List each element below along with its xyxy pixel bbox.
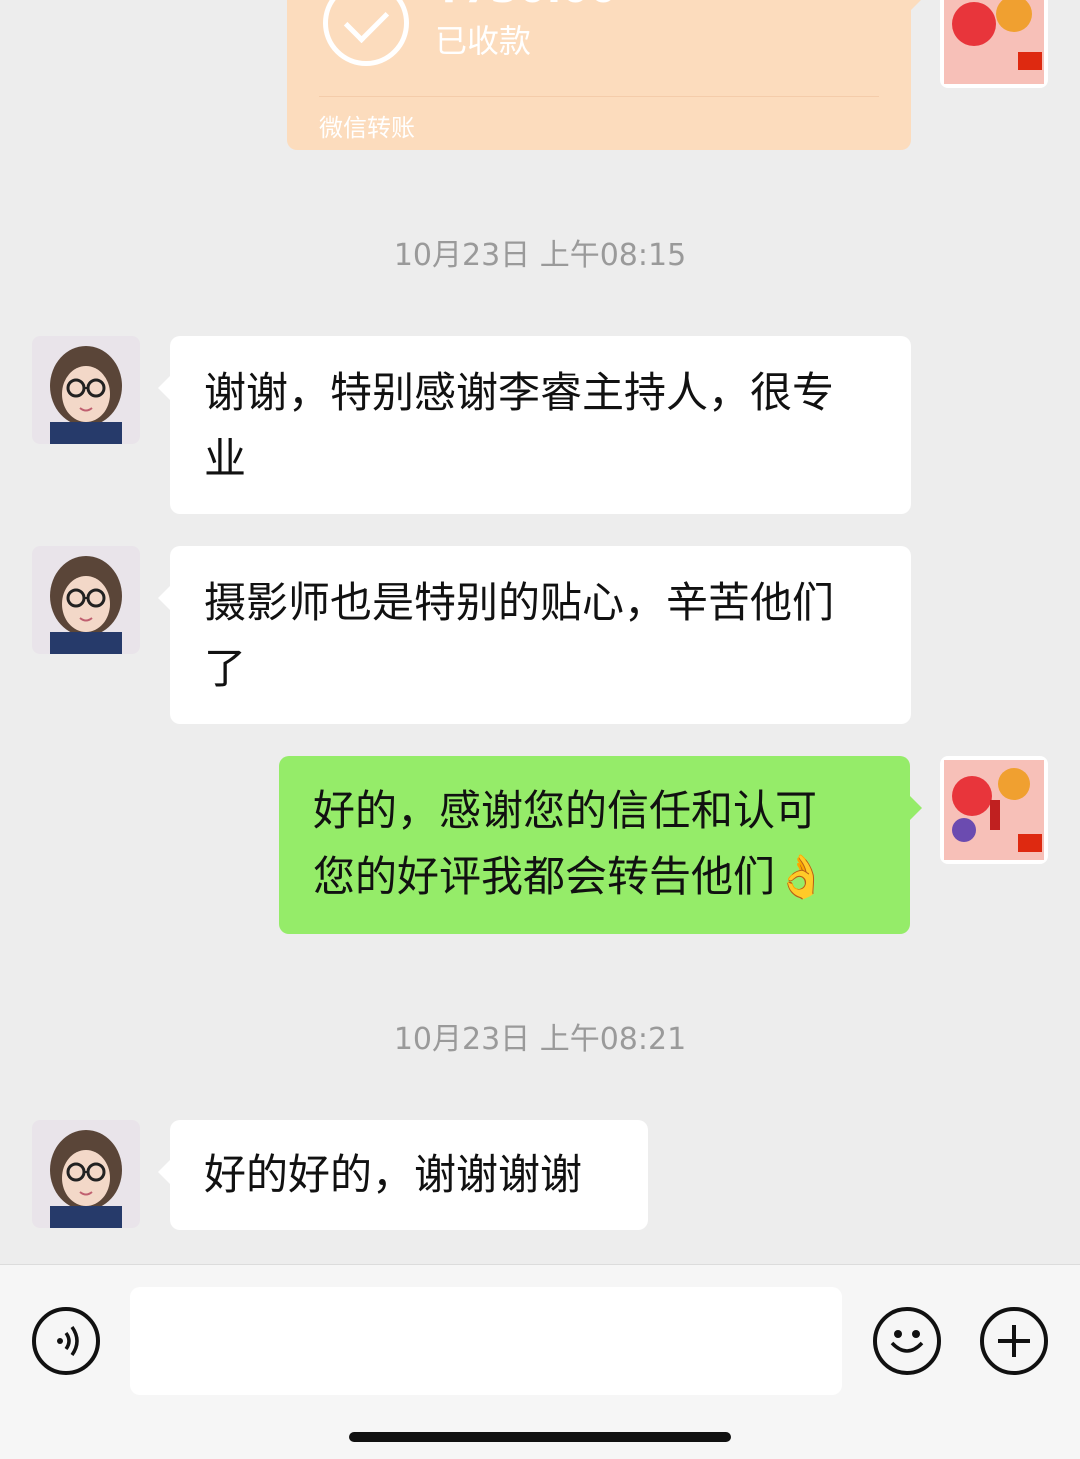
message-text: 好的，感谢您的信任和认可 [313, 786, 818, 835]
transfer-card[interactable]: ¥730.00 已收款 微信转账 [287, 0, 921, 150]
message-bubble[interactable]: 摄影师也是特别的贴心，辛苦他们 了 [158, 546, 911, 724]
my-avatar[interactable] [940, 0, 1048, 88]
message-text: 谢谢，特别感谢李睿主持人，很专 [204, 368, 835, 417]
chat-area[interactable]: ¥730.00 已收款 微信转账 10月23日 上午08:15 谢谢，特别感谢李… [0, 0, 1080, 1264]
contact-avatar[interactable] [32, 336, 140, 444]
home-indicator[interactable] [349, 1432, 731, 1442]
transfer-amount: ¥730.00 [435, 0, 617, 12]
message-text: 了 [204, 644, 247, 693]
timestamp: 10月23日 上午08:15 [393, 238, 687, 273]
transfer-status: 已收款 [435, 22, 532, 60]
contact-avatar[interactable] [32, 1120, 140, 1228]
transfer-divider [319, 96, 879, 97]
voice-icon[interactable] [32, 1307, 100, 1375]
check-circle-icon [323, 0, 409, 66]
transfer-footer: 微信转账 [319, 114, 415, 142]
input-bar [0, 1264, 1080, 1459]
message-input[interactable] [130, 1287, 842, 1395]
message-bubble[interactable]: 谢谢，特别感谢李睿主持人，很专 业 [158, 336, 911, 514]
my-avatar[interactable] [940, 756, 1048, 864]
message-bubble-outgoing[interactable]: 好的，感谢您的信任和认可 您的好评我都会转告他们👌 [279, 756, 922, 934]
emoji-icon[interactable] [873, 1307, 941, 1375]
contact-avatar[interactable] [32, 546, 140, 654]
bubble-tail [911, 0, 921, 10]
message-text: 您的好评我都会转告他们👌 [313, 852, 828, 901]
plus-icon[interactable] [980, 1307, 1048, 1375]
timestamp: 10月23日 上午08:21 [393, 1022, 687, 1057]
message-bubble[interactable]: 好的好的，谢谢谢谢 [158, 1120, 648, 1230]
message-text: 业 [204, 434, 247, 483]
message-text: 好的好的，谢谢谢谢 [204, 1150, 583, 1199]
message-text: 摄影师也是特别的贴心，辛苦他们 [204, 578, 835, 627]
